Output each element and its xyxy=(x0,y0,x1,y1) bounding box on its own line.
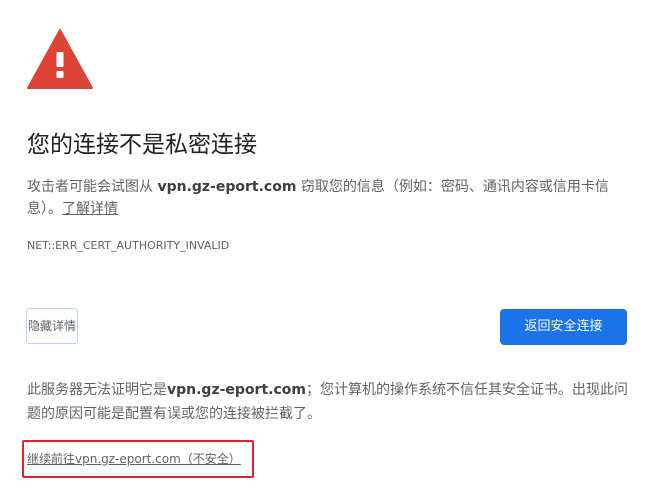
hide-details-button[interactable]: 隐藏详情 xyxy=(26,308,78,344)
page-title: 您的连接不是私密连接 xyxy=(27,132,257,158)
description-host: vpn.gz-eport.com xyxy=(157,179,297,195)
details-host: vpn.gz-eport.com xyxy=(167,382,306,398)
description-prefix: 攻击者可能会试图从 xyxy=(27,179,158,195)
learn-more-link[interactable]: 了解详情 xyxy=(62,201,118,217)
warning-description: 攻击者可能会试图从 vpn.gz-eport.com 窃取您的信息（例如：密码、… xyxy=(27,176,637,220)
proceed-unsafe-link[interactable]: 继续前往vpn.gz-eport.com（不安全） xyxy=(27,451,241,467)
details-prefix: 此服务器无法证明它是 xyxy=(27,382,167,398)
warning-triangle-icon xyxy=(27,29,93,89)
details-text: 此服务器无法证明它是vpn.gz-eport.com；您计算机的操作系统不信任其… xyxy=(27,378,639,426)
error-code: NET::ERR_CERT_AUTHORITY_INVALID xyxy=(27,239,230,252)
back-to-safety-button[interactable]: 返回安全连接 xyxy=(500,309,627,345)
